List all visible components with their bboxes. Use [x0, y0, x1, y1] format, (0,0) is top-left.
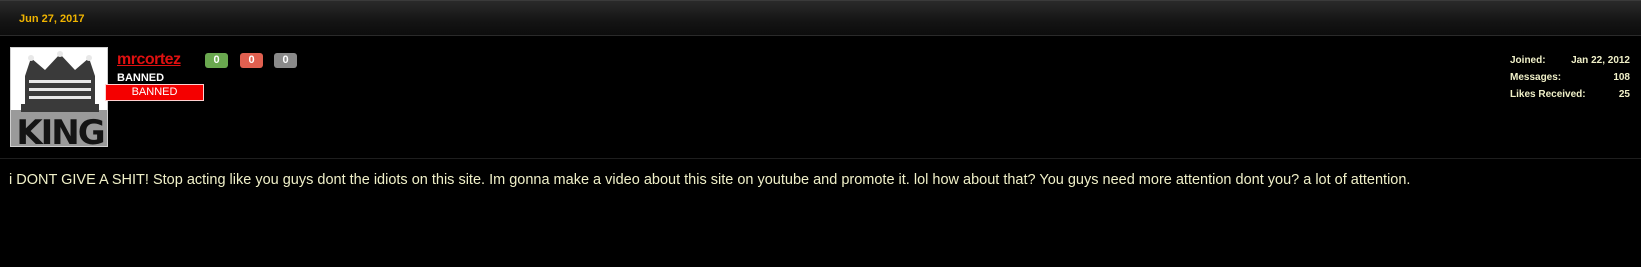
likes-row: Likes Received: 25	[1510, 89, 1630, 106]
user-stats: Joined: Jan 22, 2012 Messages: 108 Likes…	[1510, 55, 1630, 106]
likes-label: Likes Received:	[1510, 89, 1586, 100]
username-link[interactable]: mrcortez	[117, 51, 181, 69]
post-date[interactable]: Jun 27, 2017	[19, 13, 84, 25]
messages-row: Messages: 108	[1510, 72, 1630, 89]
messages-label: Messages:	[1510, 72, 1562, 83]
joined-row: Joined: Jan 22, 2012	[1510, 55, 1630, 72]
post-header: Jun 27, 2017	[0, 0, 1641, 36]
neutral-rating-badge[interactable]: 0	[274, 53, 297, 68]
post-divider	[0, 158, 1641, 159]
joined-value: Jan 22, 2012	[1571, 55, 1630, 66]
likes-value: 25	[1618, 89, 1630, 100]
avatar-image: KING	[11, 48, 107, 147]
avatar-lettering: KING	[16, 113, 103, 147]
banned-banner: BANNED	[105, 84, 204, 101]
post-message: i DONT GIVE A SHIT! Stop acting like you…	[9, 172, 1411, 188]
joined-label: Joined:	[1510, 55, 1546, 66]
avatar[interactable]: KING	[10, 47, 108, 147]
user-title: BANNED	[117, 72, 165, 84]
messages-value[interactable]: 108	[1613, 72, 1630, 83]
positive-rating-badge[interactable]: 0	[205, 53, 228, 68]
negative-rating-badge[interactable]: 0	[240, 53, 263, 68]
